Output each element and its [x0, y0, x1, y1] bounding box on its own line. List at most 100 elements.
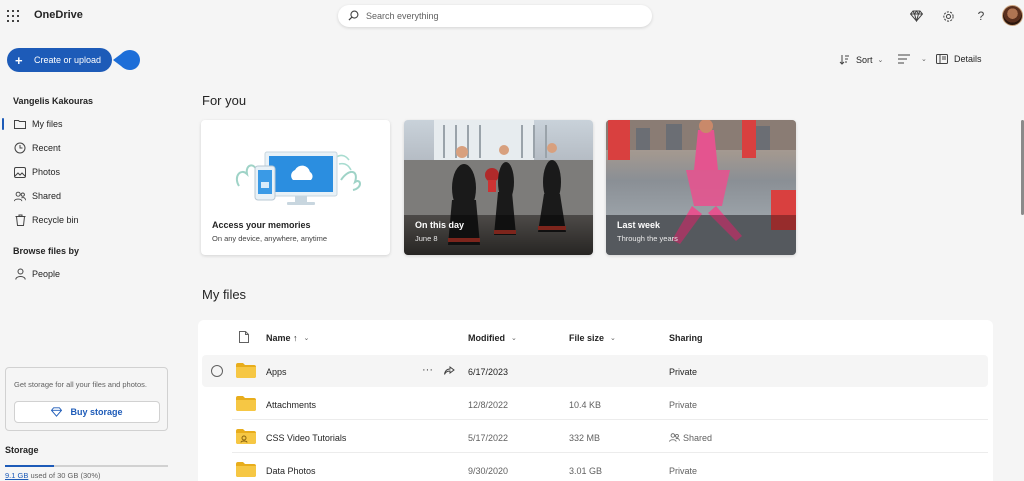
card-subtitle: On any device, anywhere, anytime — [212, 234, 328, 243]
for-you-heading: For you — [202, 93, 247, 108]
file-name[interactable]: CSS Video Tutorials — [266, 433, 346, 443]
file-modified: 12/8/2022 — [468, 400, 509, 410]
my-files-heading: My files — [202, 287, 247, 302]
row-divider — [232, 452, 988, 453]
storage-heading: Storage — [5, 445, 39, 455]
person-icon — [14, 268, 26, 280]
shared-folder-icon — [236, 429, 256, 444]
storage-progress-fill — [5, 465, 54, 467]
column-header-name[interactable]: Name ↑ ⌄ — [266, 333, 309, 343]
active-indicator — [2, 118, 4, 130]
file-sharing: Private — [669, 466, 698, 476]
file-name[interactable]: Attachments — [266, 400, 316, 410]
folder-icon — [236, 396, 256, 411]
file-size: 3.01 GB — [569, 466, 603, 476]
people-icon — [669, 433, 680, 442]
file-sharing: Private — [669, 367, 698, 377]
sidebar-item-label: Shared — [32, 191, 62, 201]
row-divider — [232, 419, 988, 420]
files-table: Name ↑ ⌄ Modified ⌄ File size ⌄ Sharing App… — [198, 320, 993, 481]
column-header-sharing[interactable]: Sharing — [669, 333, 703, 343]
buy-storage-button[interactable]: Buy storage — [14, 401, 160, 423]
list-view-icon — [898, 54, 910, 64]
row-select-radio[interactable] — [211, 365, 223, 377]
sidebar-item-label: My files — [32, 119, 63, 129]
trash-icon — [14, 214, 26, 226]
create-or-upload-button[interactable]: + Create or upload — [7, 48, 112, 72]
memories-card[interactable]: Access your memories On any device, anyw… — [201, 120, 390, 255]
storage-promo-text: Get storage for all your files and photo… — [14, 380, 147, 389]
on-this-day-card[interactable]: On this day June 8 — [404, 120, 593, 255]
sidebar-item-label: People — [32, 269, 61, 279]
table-row[interactable]: Data Photos 9/30/2020 3.01 GB Private — [202, 454, 988, 481]
file-modified: 6/17/2023 — [468, 367, 509, 377]
search-placeholder[interactable]: Search everything — [366, 11, 439, 21]
card-title: On this day — [415, 220, 465, 230]
column-header-label: Sharing — [669, 333, 703, 343]
table-row[interactable]: CSS Video Tutorials 5/17/2022 332 MB Sha… — [202, 421, 988, 453]
sort-label: Sort — [856, 54, 873, 65]
sidebar-item-my-files[interactable]: My files — [0, 113, 186, 135]
column-header-modified[interactable]: Modified ⌄ — [468, 333, 517, 343]
card-subtitle: Through the years — [617, 234, 678, 243]
sidebar-item-label: Photos — [32, 167, 61, 177]
create-button-label: Create or upload — [34, 55, 102, 65]
sidebar-item-shared[interactable]: Shared — [0, 185, 186, 207]
file-modified: 5/17/2022 — [468, 433, 509, 443]
card-subtitle: June 8 — [415, 234, 438, 243]
more-actions-icon[interactable]: ··· — [422, 364, 433, 376]
details-button[interactable]: Details — [936, 54, 982, 64]
sidebar-item-label: Recycle bin — [32, 215, 79, 225]
file-name[interactable]: Data Photos — [266, 466, 316, 476]
file-size: 332 MB — [569, 433, 601, 443]
settings-gear-icon[interactable] — [940, 8, 956, 24]
diamond-icon[interactable] — [908, 8, 924, 24]
folder-icon — [14, 118, 26, 130]
sidebar-item-recent[interactable]: Recent — [0, 137, 186, 159]
photo-icon — [14, 166, 26, 178]
chevron-down-icon: ⌄ — [303, 335, 310, 342]
browse-files-heading: Browse files by — [13, 246, 80, 256]
file-sharing: Private — [669, 400, 698, 410]
card-title: Access your memories — [212, 220, 311, 230]
search-box[interactable]: Search everything — [338, 5, 652, 27]
user-name: Vangelis Kakouras — [13, 96, 94, 106]
sort-button[interactable]: Sort ⌄ — [839, 54, 883, 65]
avatar[interactable] — [1002, 5, 1023, 26]
view-options-button[interactable]: ⌄ — [898, 54, 927, 64]
chevron-down-icon: ⌄ — [921, 56, 927, 63]
app-title[interactable]: OneDrive — [34, 9, 83, 21]
sidebar-item-photos[interactable]: Photos — [0, 161, 186, 183]
table-row[interactable]: Attachments 12/8/2022 10.4 KB Private — [202, 388, 988, 420]
people-icon — [14, 190, 26, 202]
file-modified: 9/30/2020 — [468, 466, 509, 476]
callout-pointer-icon — [113, 50, 140, 70]
last-week-card[interactable]: Last week Through the years — [606, 120, 796, 255]
sidebar-item-recycle-bin[interactable]: Recycle bin — [0, 209, 186, 231]
file-type-icon[interactable] — [239, 331, 249, 343]
file-size: 10.4 KB — [569, 400, 602, 410]
column-header-label: Name ↑ — [266, 333, 298, 343]
column-header-label: File size — [569, 333, 605, 343]
folder-icon — [236, 462, 256, 477]
help-icon[interactable]: ? — [973, 8, 989, 24]
folder-icon — [236, 363, 256, 378]
devices-illustration — [235, 151, 361, 205]
sidebar-item-people[interactable]: People — [0, 263, 186, 285]
app-launcher-icon[interactable] — [7, 10, 19, 22]
buy-storage-label: Buy storage — [70, 407, 123, 417]
details-label: Details — [954, 54, 982, 64]
storage-used-text: 9.1 GB used of 30 GB (30%) — [5, 471, 100, 480]
share-icon[interactable] — [444, 366, 455, 376]
plus-icon: + — [15, 52, 23, 68]
storage-used-rest: used of 30 GB (30%) — [28, 471, 101, 480]
table-row[interactable]: Apps ··· 6/17/2023 Private — [202, 355, 988, 387]
chevron-down-icon: ⌄ — [511, 335, 517, 342]
column-header-file-size[interactable]: File size ⌄ — [569, 333, 616, 343]
chevron-down-icon: ⌄ — [877, 56, 884, 64]
search-icon — [348, 10, 359, 21]
top-bar: OneDrive Search everything ? — [0, 0, 1024, 34]
file-name[interactable]: Apps — [266, 367, 287, 377]
sidebar-item-label: Recent — [32, 143, 61, 153]
storage-used-link[interactable]: 9.1 GB — [5, 471, 28, 480]
